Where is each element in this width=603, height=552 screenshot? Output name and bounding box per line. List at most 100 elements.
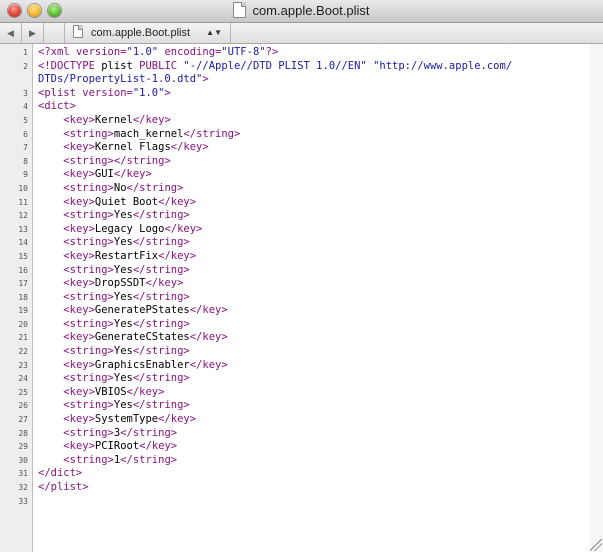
code-line[interactable]: 8 <string></string> xyxy=(0,155,580,169)
code-token: version= xyxy=(82,86,133,99)
code-token: <key> xyxy=(63,277,95,290)
line-text: <key>Kernel</key> xyxy=(38,113,170,128)
line-text: <string>Yes</string> xyxy=(38,291,189,305)
code-token: <key> xyxy=(63,113,95,126)
code-line[interactable]: 22 <string>Yes</string> xyxy=(0,345,580,359)
code-line[interactable]: 30 <string>1</string> xyxy=(0,454,580,468)
code-token: <key> xyxy=(63,222,95,235)
code-token: DropSSDT xyxy=(94,277,146,290)
file-popup[interactable]: com.apple.Boot.plist ▲▼ xyxy=(64,23,231,43)
code-line[interactable]: 6 <string>mach_kernel</string> xyxy=(0,128,580,142)
code-line[interactable]: 4 <dict> xyxy=(0,100,580,114)
line-number: 27 xyxy=(18,415,28,425)
line-text: <key>VBIOS</key> xyxy=(38,386,164,400)
line-text: <string>Yes</string> xyxy=(38,399,189,413)
code-line[interactable]: 31 </dict> xyxy=(0,467,580,481)
code-line[interactable]: 12 <string>Yes</string> xyxy=(0,209,580,223)
code-area[interactable]: 1 <?xml version="1.0" encoding="UTF-8"?> 2… xyxy=(0,46,580,508)
code-token: </string> xyxy=(113,154,171,167)
code-token: Yes xyxy=(113,263,133,276)
code-token: </key> xyxy=(189,304,228,317)
code-token: <string> xyxy=(63,317,114,330)
code-line[interactable]: 25 <key>VBIOS</key> xyxy=(0,386,580,400)
line-text: <key>Quiet Boot</key> xyxy=(38,196,196,210)
line-text: <plist version="1.0"> xyxy=(38,87,171,101)
code-line[interactable]: 24 <string>Yes</string> xyxy=(0,372,580,386)
code-token: VBIOS xyxy=(94,385,127,398)
code-line[interactable]: 20 <string>Yes</string> xyxy=(0,318,580,332)
code-line[interactable]: 14 <string>Yes</string> xyxy=(0,236,580,250)
text-editor[interactable]: 1 <?xml version="1.0" encoding="UTF-8"?> 2… xyxy=(0,44,603,552)
line-text: <string>No</string> xyxy=(38,182,183,196)
code-token: Kernel xyxy=(94,113,133,126)
code-line[interactable]: DTDs/PropertyList-1.0.dtd"> xyxy=(0,73,580,87)
back-button[interactable]: ◀ xyxy=(0,23,22,43)
code-line[interactable]: 10 <string>No</string> xyxy=(0,182,580,196)
code-token: </key> xyxy=(158,413,197,426)
code-line[interactable]: 16 <string>Yes</string> xyxy=(0,264,580,278)
code-line[interactable]: 2 <!DOCTYPE plist PUBLIC "-//Apple//DTD P… xyxy=(0,60,580,74)
code-token: </key> xyxy=(158,195,197,208)
code-line[interactable]: 32 </plist> xyxy=(0,481,580,495)
code-token: "http://www.apple.com/ xyxy=(366,59,513,72)
code-line[interactable]: 13 <key>Legacy Logo</key> xyxy=(0,223,580,237)
line-number: 2 xyxy=(23,61,28,71)
code-line[interactable]: 5 <key>Kernel</key> xyxy=(0,114,580,128)
code-line[interactable]: 11 <key>Quiet Boot</key> xyxy=(0,196,580,210)
title-bar[interactable]: com.apple.Boot.plist xyxy=(0,0,603,23)
code-line[interactable]: 26 <string>Yes</string> xyxy=(0,399,580,413)
code-line[interactable]: 28 <string>3</string> xyxy=(0,427,580,441)
code-token: version= xyxy=(75,46,127,58)
line-number: 4 xyxy=(23,102,28,112)
line-number: 20 xyxy=(18,319,28,329)
window-title-container: com.apple.Boot.plist xyxy=(0,0,603,22)
code-token: Yes xyxy=(113,399,133,412)
code-line[interactable]: 21 <key>GenerateCStates</key> xyxy=(0,331,580,345)
code-token: </string> xyxy=(183,127,241,140)
line-number: 33 xyxy=(18,496,28,506)
line-text: <string>3</string> xyxy=(38,427,177,441)
document-icon[interactable] xyxy=(233,2,247,18)
line-number: 22 xyxy=(18,347,28,357)
code-token: <string> xyxy=(63,127,114,140)
line-number: 18 xyxy=(18,292,28,302)
line-number: 29 xyxy=(18,442,28,452)
code-line[interactable]: 33 xyxy=(0,495,580,509)
line-number: 21 xyxy=(18,333,28,343)
code-token: </string> xyxy=(132,236,190,249)
code-line[interactable]: 9 <key>GUI</key> xyxy=(0,168,580,182)
code-line[interactable]: 17 <key>DropSSDT</key> xyxy=(0,277,580,291)
code-line[interactable]: 15 <key>RestartFix</key> xyxy=(0,250,580,264)
code-line[interactable]: 1 <?xml version="1.0" encoding="UTF-8"?> xyxy=(0,46,580,60)
line-text: </plist> xyxy=(38,481,89,495)
line-text: <string>mach_kernel</string> xyxy=(38,128,240,142)
vertical-scrollbar[interactable] xyxy=(590,44,603,552)
line-number: 19 xyxy=(18,306,28,316)
code-token: </string> xyxy=(132,263,190,276)
code-token: GeneratePStates xyxy=(94,304,190,317)
code-line[interactable]: 18 <string>Yes</string> xyxy=(0,291,580,305)
code-token: "1.0" xyxy=(132,86,165,99)
code-token: No xyxy=(113,181,127,194)
forward-button[interactable]: ▶ xyxy=(22,23,44,43)
file-icon xyxy=(73,25,83,38)
code-line[interactable]: 7 <key>Kernel Flags</key> xyxy=(0,141,580,155)
resize-grip-icon[interactable] xyxy=(590,539,602,551)
code-line[interactable]: 23 <key>GraphicsEnabler</key> xyxy=(0,359,580,373)
code-token: <string> xyxy=(63,372,114,385)
code-line[interactable]: 27 <key>SystemType</key> xyxy=(0,413,580,427)
line-number: 16 xyxy=(18,265,28,275)
code-line[interactable]: 3 <plist version="1.0"> xyxy=(0,87,580,101)
code-line[interactable]: 19 <key>GeneratePStates</key> xyxy=(0,304,580,318)
code-line[interactable]: 29 <key>PCIRoot</key> xyxy=(0,440,580,454)
